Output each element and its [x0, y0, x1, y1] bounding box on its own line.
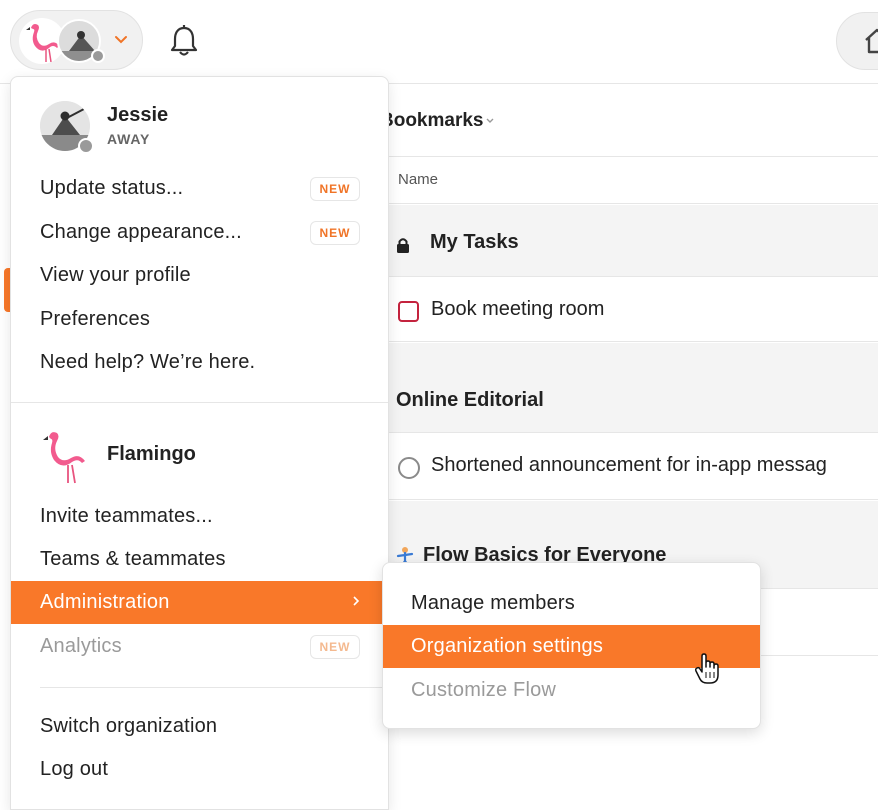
new-badge: NEW: [310, 221, 360, 245]
chevron-down-icon[interactable]: [484, 115, 496, 127]
chevron-right-icon: [353, 596, 360, 606]
menu-item-label: Log out: [40, 758, 109, 780]
menu-item-label: Update status...: [40, 177, 184, 199]
top-bar: [0, 0, 878, 84]
lock-icon: [397, 238, 409, 253]
column-header: Name: [388, 158, 878, 204]
menu-item-change-appearance[interactable]: Change appearance... NEW: [11, 211, 388, 254]
bookmarks-header[interactable]: Bookmarks: [380, 85, 878, 157]
hand-cursor-icon: [694, 653, 719, 684]
organization-name: Flamingo: [107, 443, 196, 465]
task-label[interactable]: Book meeting room: [431, 298, 604, 321]
menu-item-label: Need help? We’re here.: [40, 351, 256, 373]
user-name: Jessie: [107, 104, 169, 126]
section-label: Online Editorial: [396, 389, 544, 411]
menu-item-update-status[interactable]: Update status... NEW: [11, 167, 388, 210]
menu-divider: [11, 402, 388, 403]
task-checkbox[interactable]: [398, 301, 419, 322]
bell-icon[interactable]: [168, 24, 200, 58]
chevron-down-icon: [115, 36, 127, 44]
menu-item-invite-teammates[interactable]: Invite teammates...: [11, 495, 388, 538]
menu-item-analytics[interactable]: Analytics NEW: [11, 625, 388, 668]
section-row-online-editorial[interactable]: Online Editorial: [388, 343, 878, 433]
menu-item-label: Teams & teammates: [40, 548, 226, 570]
new-badge: NEW: [310, 177, 360, 201]
administration-submenu: Manage members Organization settings Cus…: [382, 562, 761, 729]
home-button[interactable]: [836, 12, 878, 70]
section-row-my-tasks[interactable]: My Tasks: [388, 205, 878, 277]
task-checkbox[interactable]: [398, 457, 420, 479]
menu-item-label: Manage members: [411, 592, 575, 614]
menu-item-view-profile[interactable]: View your profile: [11, 254, 388, 297]
organization-switcher[interactable]: [10, 10, 143, 70]
menu-item-preferences[interactable]: Preferences: [11, 298, 388, 341]
menu-item-label: Invite teammates...: [40, 505, 213, 527]
menu-item-label: Switch organization: [40, 715, 218, 737]
menu-item-label: Change appearance...: [40, 221, 242, 243]
menu-item-label: View your profile: [40, 264, 191, 286]
column-name-label[interactable]: Name: [398, 171, 438, 188]
flamingo-logo-icon: [43, 432, 85, 484]
menu-item-label: Analytics: [40, 635, 122, 657]
menu-divider: [40, 687, 388, 688]
account-dropdown-menu: Jessie AWAY Update status... NEW Change …: [10, 76, 389, 810]
menu-item-label: Organization settings: [411, 635, 604, 657]
menu-item-need-help[interactable]: Need help? We’re here.: [11, 341, 388, 384]
task-label[interactable]: Shortened announcement for in-app messag: [431, 454, 827, 477]
menu-item-label: Customize Flow: [411, 679, 557, 701]
menu-item-log-out[interactable]: Log out: [11, 748, 388, 791]
away-status-dot: [91, 49, 105, 63]
home-icon: [865, 28, 878, 54]
task-row[interactable]: Book meeting room: [388, 278, 878, 342]
menu-item-label: Administration: [40, 591, 170, 613]
menu-item-label: Preferences: [40, 308, 151, 330]
menu-item-switch-organization[interactable]: Switch organization: [11, 705, 388, 748]
menu-item-administration[interactable]: Administration: [11, 581, 388, 624]
section-label: My Tasks: [430, 231, 519, 253]
submenu-item-manage-members[interactable]: Manage members: [383, 582, 760, 625]
task-row[interactable]: Shortened announcement for in-app messag: [388, 434, 878, 500]
new-badge: NEW: [310, 635, 360, 659]
bookmarks-title[interactable]: Bookmarks: [380, 110, 484, 132]
away-status-dot: [78, 138, 94, 154]
menu-item-teams-teammates[interactable]: Teams & teammates: [11, 538, 388, 581]
user-status: AWAY: [107, 131, 151, 147]
